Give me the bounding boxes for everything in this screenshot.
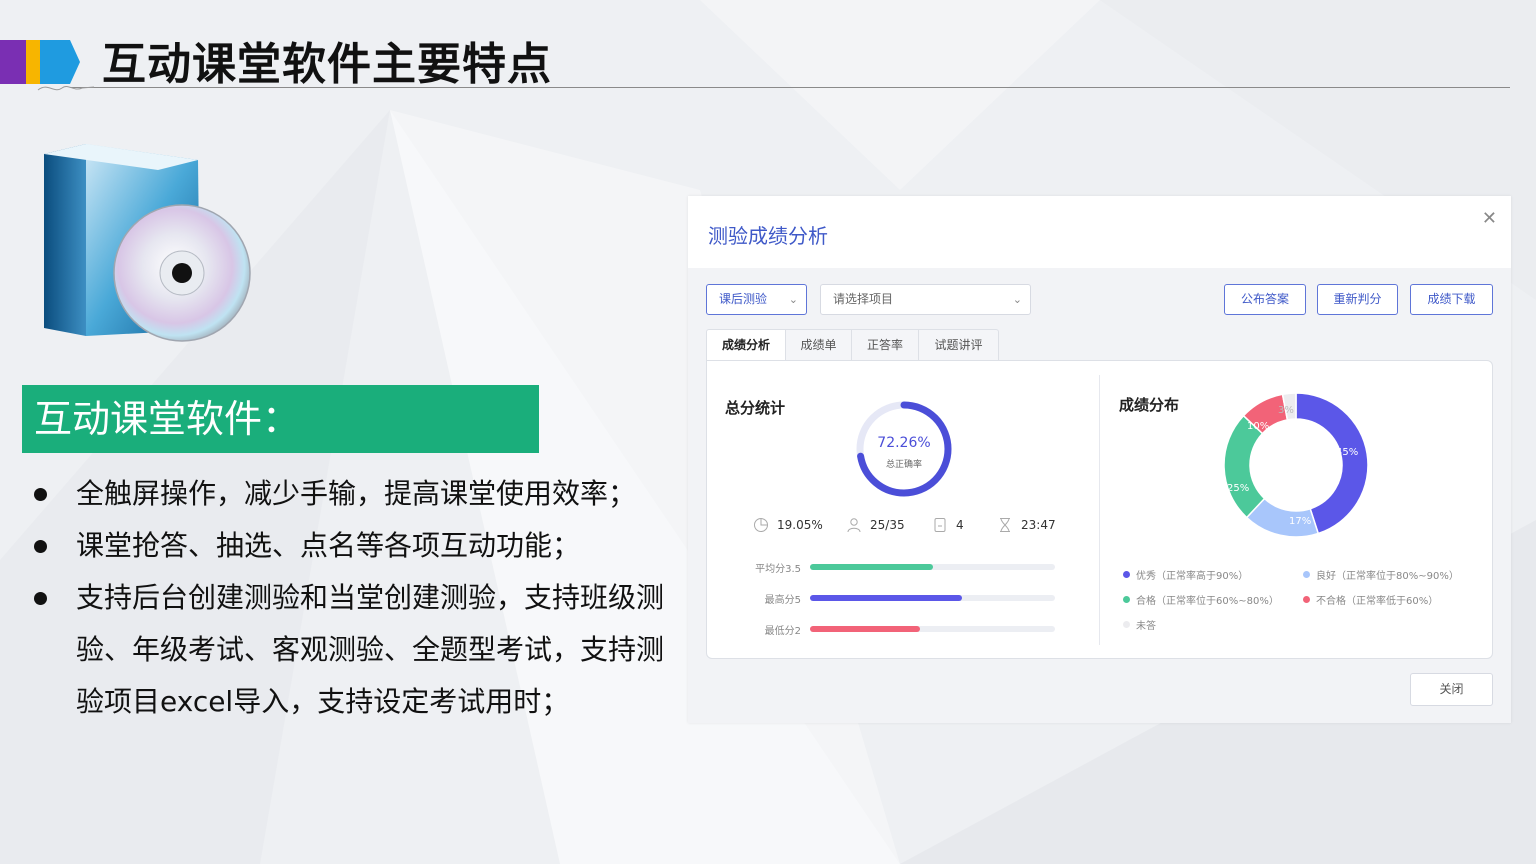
average-score-fill xyxy=(810,564,933,570)
stat-questions: 4 xyxy=(932,517,964,533)
slice-label-fail: 10% xyxy=(1247,421,1270,432)
section-label: 互动课堂软件： xyxy=(22,385,539,453)
tab-accuracy[interactable]: 正答率 xyxy=(852,329,919,361)
software-box-icon xyxy=(44,144,251,342)
legend-dot xyxy=(1303,596,1310,603)
stat-duration: 23:47 xyxy=(997,517,1056,533)
project-select[interactable]: 请选择项目 ⌄ xyxy=(820,284,1031,315)
distribution-title: 成绩分布 xyxy=(1119,396,1180,414)
hourglass-icon xyxy=(1000,518,1010,532)
tab-score-sheet[interactable]: 成绩单 xyxy=(786,329,852,361)
feature-list: 全触屏操作，减少手输，提高课堂使用效率； 课堂抢答、抽选、点名等各项互动功能； … xyxy=(30,468,670,728)
legend-label: 优秀（正常率高于90%） xyxy=(1136,571,1249,582)
list-item: 全触屏操作，减少手输，提高课堂使用效率； xyxy=(30,468,670,520)
header-divider xyxy=(70,87,1510,88)
dialog-header: 测验成绩分析 ✕ xyxy=(688,196,1511,268)
stat-duration-value: 23:47 xyxy=(1021,518,1056,532)
slice-label-good: 17% xyxy=(1289,516,1312,527)
close-icon[interactable]: ✕ xyxy=(1482,208,1497,229)
legend-dot xyxy=(1123,621,1130,628)
quiz-type-select[interactable]: 课后测验 ⌄ xyxy=(706,284,807,315)
header-decoration-icon xyxy=(0,40,80,84)
rejudge-button[interactable]: 重新判分 xyxy=(1317,284,1398,315)
list-item: 课堂抢答、抽选、点名等各项互动功能； xyxy=(30,520,670,572)
legend-item-good: 良好（正常率位于80%~90%） xyxy=(1303,567,1459,582)
max-score-fill xyxy=(810,595,962,601)
stat-attendance: 25/35 xyxy=(846,517,905,533)
summary-title: 总分统计 xyxy=(725,399,786,417)
average-score-label: 平均分3.5 xyxy=(755,564,801,575)
slice-label-pass: 25% xyxy=(1227,483,1250,494)
project-placeholder: 请选择项目 xyxy=(833,292,894,306)
min-score-fill xyxy=(810,626,921,632)
page-title: 互动课堂软件主要特点 xyxy=(102,39,552,90)
dialog-title: 测验成绩分析 xyxy=(708,224,828,248)
tab-score-analysis[interactable]: 成绩分析 xyxy=(706,329,786,361)
dialog-tabs: 成绩分析 成绩单 正答率 试题讲评 xyxy=(706,329,999,361)
list-item: 支持后台创建测验和当堂创建测验，支持班级测验、年级考试、客观测验、全题型考试，支… xyxy=(30,572,670,728)
min-score-label: 最低分2 xyxy=(764,626,801,637)
average-score-bar xyxy=(810,564,1055,570)
legend-item-fail: 不合格（正常率低于60%） xyxy=(1303,592,1438,607)
min-score-bar xyxy=(810,626,1055,632)
chevron-down-icon: ⌄ xyxy=(788,293,798,306)
tab-question-review[interactable]: 试题讲评 xyxy=(919,329,999,361)
user-icon xyxy=(847,518,861,533)
legend-item-excellent: 优秀（正常率高于90%） xyxy=(1123,567,1248,582)
legend-dot xyxy=(1123,571,1130,578)
analysis-card: 总分统计 72.26% 总正确率 19.05% 25/35 4 23:47 平均… xyxy=(706,360,1493,659)
download-scores-button[interactable]: 成绩下载 xyxy=(1410,284,1493,315)
accuracy-label: 总正确率 xyxy=(885,460,922,470)
quiz-type-value: 课后测验 xyxy=(719,292,768,306)
pie-icon xyxy=(754,518,768,532)
legend-label: 合格（正常率位于60%~80%） xyxy=(1136,596,1279,607)
legend-item-absent: 未答 xyxy=(1123,617,1156,632)
slice-label-excellent: 45% xyxy=(1336,447,1359,458)
header-swirl-icon xyxy=(37,85,95,91)
chevron-down-icon: ⌄ xyxy=(1012,293,1022,306)
slice-label-absent: 3% xyxy=(1278,405,1294,416)
legend-dot xyxy=(1123,596,1130,603)
max-score-bar xyxy=(810,595,1055,601)
publish-answers-button[interactable]: 公布答案 xyxy=(1224,284,1306,315)
document-icon xyxy=(934,518,946,532)
legend-label: 未答 xyxy=(1136,621,1156,632)
stat-percent-value: 19.05% xyxy=(777,518,823,532)
stat-percent: 19.05% xyxy=(753,517,823,533)
max-score-label: 最高分5 xyxy=(764,595,801,606)
stat-questions-value: 4 xyxy=(956,518,964,532)
legend-dot xyxy=(1303,571,1310,578)
dialog-close-button[interactable]: 关闭 xyxy=(1410,673,1493,706)
stat-attendance-value: 25/35 xyxy=(870,518,905,532)
score-analysis-dialog: 测验成绩分析 ✕ 课后测验 ⌄ 请选择项目 ⌄ 公布答案 重新判分 成绩下载 成… xyxy=(688,196,1511,723)
accuracy-value: 72.26% xyxy=(877,435,931,451)
legend-label: 不合格（正常率低于60%） xyxy=(1316,596,1439,607)
card-divider xyxy=(1099,375,1100,645)
legend-label: 良好（正常率位于80%~90%） xyxy=(1316,571,1459,582)
legend-item-pass: 合格（正常率位于60%~80%） xyxy=(1123,592,1279,607)
